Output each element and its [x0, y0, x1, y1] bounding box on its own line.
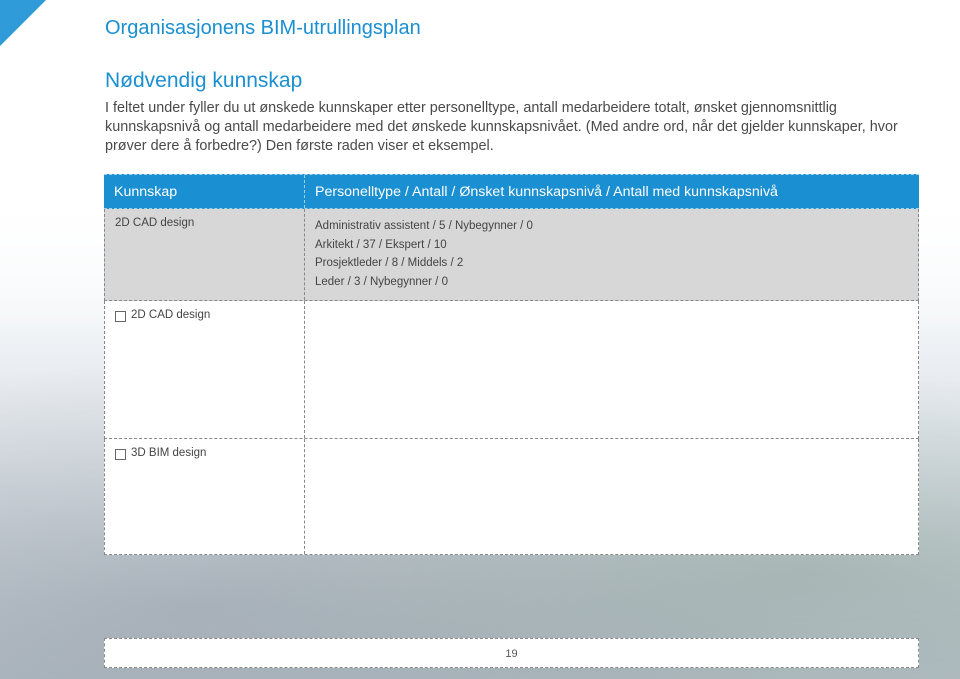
example-entry: Prosjektleder / 8 / Middels / 2	[315, 257, 464, 269]
knowledge-table: Kunnskap Personelltype / Antall / Ønsket…	[104, 174, 919, 555]
skill-checkbox[interactable]	[115, 449, 126, 460]
skill-cell: 2D CAD design	[105, 301, 305, 438]
personnel-input-cell[interactable]	[305, 301, 918, 438]
corner-accent	[0, 0, 46, 46]
column-header-skill: Kunnskap	[104, 175, 305, 208]
example-skill-label: 2D CAD design	[115, 217, 195, 229]
section-title: Nødvendig kunnskap	[105, 69, 303, 92]
table-row: 2D CAD design	[104, 301, 919, 439]
example-skill-cell: 2D CAD design	[105, 209, 305, 300]
column-header-personnel: Personelltype / Antall / Ønsket kunnskap…	[315, 183, 778, 200]
skill-checkbox[interactable]	[115, 311, 126, 322]
example-entry: Arkitekt / 37 / Ekspert / 10	[315, 238, 447, 251]
page-footer: 19	[104, 638, 919, 668]
table-header: Kunnskap Personelltype / Antall / Ønsket…	[104, 174, 919, 209]
personnel-input-cell[interactable]	[305, 439, 918, 554]
intro-paragraph: I feltet under fyller du ut ønskede kunn…	[105, 100, 898, 154]
table-row: 3D BIM design	[104, 439, 919, 555]
page-number: 19	[505, 648, 518, 660]
skill-cell: 3D BIM design	[105, 439, 305, 554]
example-entries-cell: Administrativ assistent / 5 / Nybegynner…	[305, 209, 918, 300]
skill-label: 3D BIM design	[131, 447, 207, 459]
document-title: Organisasjonens BIM-utrullingsplan	[105, 17, 421, 39]
example-entry: Leder / 3 / Nybegynner / 0	[315, 275, 448, 288]
example-row: 2D CAD design Administrativ assistent / …	[104, 209, 919, 301]
example-entry: Administrativ assistent / 5 / Nybegynner…	[315, 220, 533, 232]
skill-label: 2D CAD design	[131, 309, 211, 321]
